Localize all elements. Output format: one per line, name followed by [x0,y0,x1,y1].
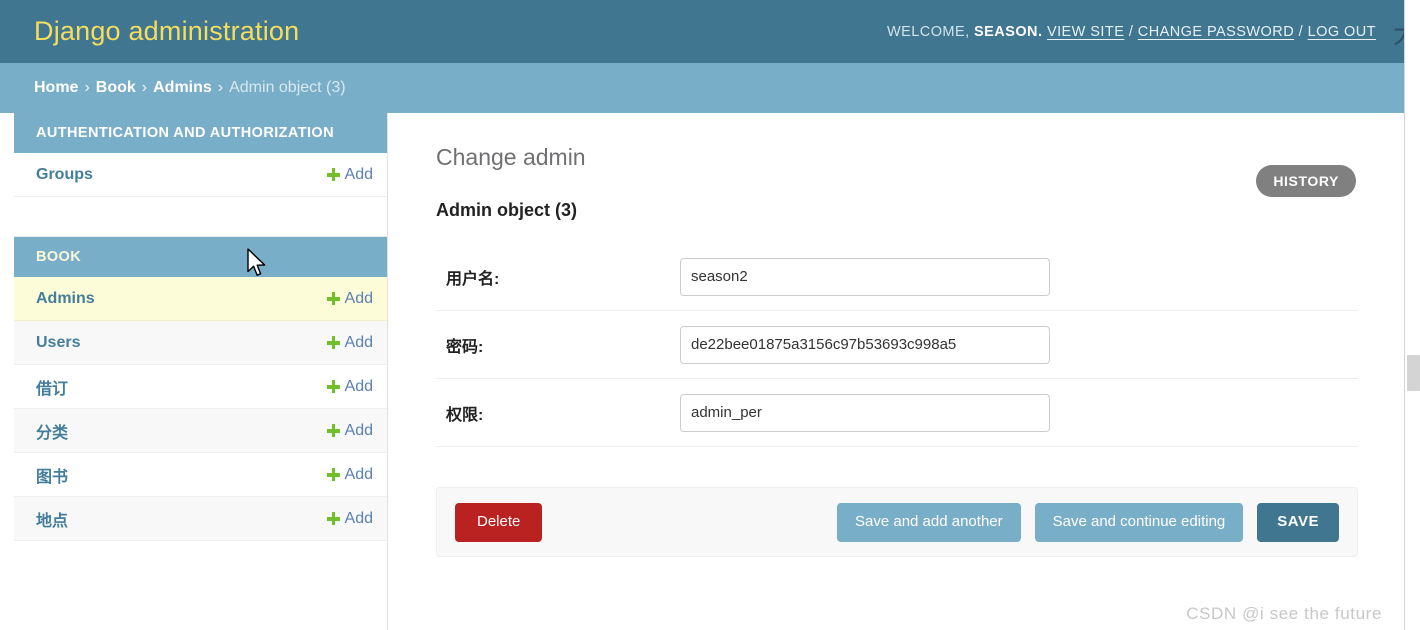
sidebar-item-didian[interactable]: 地点 Add [14,497,387,541]
sidebar-item-admins[interactable]: Admins Add [14,277,387,321]
sidebar-item-tushu[interactable]: 图书 Add [14,453,387,497]
scrollbar-thumb[interactable] [1407,355,1420,391]
browser-page: Django administration WELCOME, SEASON. V… [0,0,1420,630]
permission-label: 权限: [446,406,484,424]
sidebar-spacer [14,197,387,237]
breadcrumb-item-home[interactable]: Home [34,79,78,97]
breadcrumb-item-book[interactable]: Book [96,79,136,97]
password-label: 密码: [446,338,484,356]
delete-button[interactable]: Delete [455,503,543,542]
breadcrumb-item-admins[interactable]: Admins [153,79,212,97]
page-title: Change admin [436,144,586,170]
plus-icon [326,336,340,349]
object-tools: HISTORY [1256,165,1356,197]
plus-icon [326,292,340,305]
add-tushu-link[interactable]: Add [326,465,387,484]
save-button-group: Save and add another Save and continue e… [837,503,1339,542]
breadcrumb-item-current: Admin object (3) [229,79,346,96]
add-label: Add [344,377,373,395]
form-row-password: 密码: [436,311,1358,380]
save-and-add-another-button[interactable]: Save and add another [837,503,1021,542]
user-tools-separator-1: / [1128,23,1134,40]
change-password-link[interactable]: CHANGE PASSWORD [1138,24,1294,40]
sidebar-item-users[interactable]: Users Add [14,321,387,365]
cut-off-glyph: 大 [1393,22,1404,48]
sidebar-item-fenlei[interactable]: 分类 Add [14,409,387,453]
sidebar-item-label[interactable]: 借订 [14,375,68,399]
plus-icon [326,512,340,525]
branding: Django administration [34,18,299,45]
sidebar-item-label[interactable]: Users [14,334,80,352]
add-label: Add [344,289,373,307]
main-content: Change admin HISTORY Admin object (3) 用户… [388,113,1404,630]
plus-icon [326,168,340,181]
plus-icon [326,380,340,393]
welcome-text: WELCOME, [887,23,970,40]
sidebar-tail [14,541,387,630]
username-label: 用户名: [446,270,500,288]
plus-icon [326,424,340,437]
site-title[interactable]: Django administration [34,18,299,45]
sidebar-item-label[interactable]: 图书 [14,463,68,487]
username-label: SEASON. [974,23,1043,40]
plus-icon [326,468,340,481]
sidebar-item-label[interactable]: 地点 [14,507,68,531]
add-fenlei-link[interactable]: Add [326,421,387,440]
main-container: AUTHENTICATION AND AUTHORIZATION Groups … [0,113,1404,630]
form-row-permission: 权限: [436,379,1358,448]
add-label: Add [344,465,373,483]
sidebar-item-label[interactable]: 分类 [14,419,68,443]
add-users-link[interactable]: Add [326,333,387,352]
site-header: Django administration WELCOME, SEASON. V… [0,0,1404,63]
app-caption-auth[interactable]: AUTHENTICATION AND AUTHORIZATION [14,113,387,153]
username-field[interactable] [680,257,1050,296]
password-field[interactable] [680,325,1050,364]
save-and-continue-button[interactable]: Save and continue editing [1034,503,1244,542]
page-viewport: Django administration WELCOME, SEASON. V… [0,0,1404,630]
sidebar-item-label[interactable]: Admins [14,290,95,308]
sidebar-item-label[interactable]: Groups [14,166,93,184]
submit-row: Delete Save and add another Save and con… [436,487,1358,558]
nav-sidebar: AUTHENTICATION AND AUTHORIZATION Groups … [0,113,388,630]
app-module-auth: AUTHENTICATION AND AUTHORIZATION Groups … [14,113,387,237]
app-caption-book[interactable]: BOOK [14,237,387,277]
object-subtitle: Admin object (3) [436,200,578,221]
add-jieding-link[interactable]: Add [326,377,387,396]
add-didian-link[interactable]: Add [326,509,387,528]
add-groups-link[interactable]: Add [326,165,387,184]
watermark: CSDN @i see the future [1186,604,1382,623]
vertical-scrollbar[interactable] [1404,0,1420,630]
permission-field[interactable] [680,393,1050,432]
breadcrumb-separator: › [84,79,90,96]
form-row-username: 用户名: [436,243,1358,312]
user-tools-separator-2: / [1298,23,1304,40]
user-tools: WELCOME, SEASON. VIEW SITE / CHANGE PASS… [887,24,1382,40]
sidebar-item-jieding[interactable]: 借订 Add [14,365,387,409]
view-site-link[interactable]: VIEW SITE [1047,24,1124,40]
add-label: Add [344,509,373,527]
history-button[interactable]: HISTORY [1256,165,1356,197]
change-form: 用户名: 密码: 权限: Delete Save and [436,243,1358,558]
breadcrumb-separator: › [141,79,148,96]
add-label: Add [344,333,373,351]
sidebar-item-groups[interactable]: Groups Add [14,153,387,197]
breadcrumb: Home › Book › Admins › Admin object (3) [0,63,1404,113]
add-label: Add [344,421,373,439]
breadcrumb-separator: › [217,79,224,96]
save-button[interactable]: SAVE [1257,503,1339,542]
add-admins-link[interactable]: Add [326,289,387,308]
app-module-book: BOOK Admins Add Users Add 借订 Add 分类 Add … [14,237,387,630]
add-label: Add [344,165,373,183]
log-out-link[interactable]: LOG OUT [1308,24,1376,40]
